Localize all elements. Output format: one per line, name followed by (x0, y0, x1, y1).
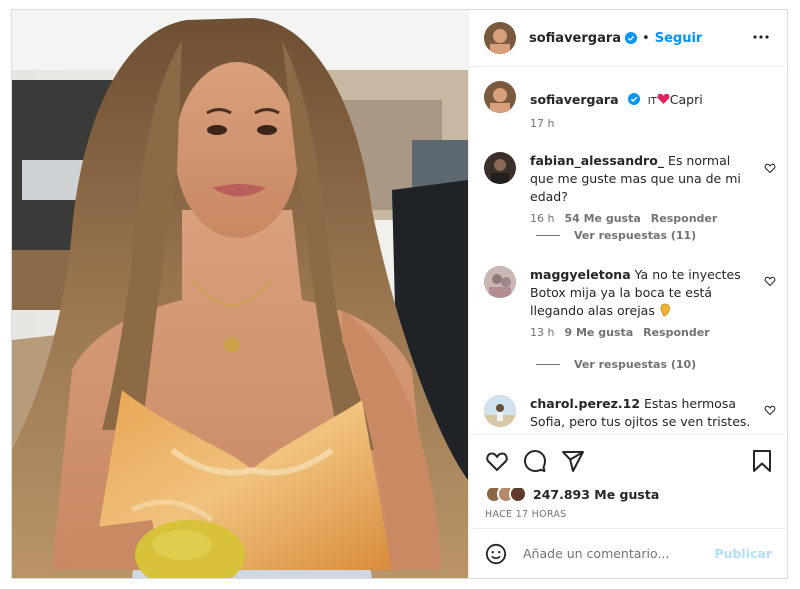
comment-like-heart-icon[interactable] (764, 275, 776, 287)
comments-list[interactable]: sofiavergara IT Capri 17 h fabian_alessan… (469, 68, 788, 434)
caption-text-suffix: Capri (669, 92, 703, 107)
view-replies[interactable]: Ver respuestas (10) (536, 358, 696, 371)
replies-line (536, 235, 560, 236)
comment-username[interactable]: fabian_alessandro_ (530, 153, 664, 168)
comment-like-heart-icon[interactable] (764, 404, 776, 416)
separator-dot: • (642, 30, 650, 46)
ear-emoji-icon (660, 303, 670, 317)
posted-time: HACE 17 HORAS (485, 509, 567, 520)
view-replies-label[interactable]: Ver respuestas (11) (574, 229, 696, 242)
comment-likes[interactable]: 9 Me gusta (564, 326, 633, 339)
post-caption: sofiavergara IT Capri 17 h (484, 81, 703, 130)
liker-avatar (509, 485, 527, 503)
more-options-icon[interactable] (752, 28, 770, 46)
verified-badge-icon (625, 32, 638, 44)
replies-line (536, 364, 560, 365)
post-actions: 247.893 Me gusta HACE 17 HORAS (469, 434, 788, 528)
commenter-avatar[interactable] (484, 152, 516, 184)
add-comment-bar: Publicar (469, 528, 788, 578)
emoji-icon[interactable] (485, 543, 507, 565)
view-replies[interactable]: Ver respuestas (11) (536, 229, 696, 242)
likes-count[interactable]: 247.893 Me gusta (533, 487, 659, 502)
comment-item: fabian_alessandro_ Es normal que me gust… (484, 152, 784, 225)
likes-row[interactable]: 247.893 Me gusta (485, 485, 659, 503)
caption-avatar[interactable] (484, 81, 516, 113)
post-header: sofiavergara • Seguir (469, 10, 788, 67)
red-heart-icon (657, 93, 670, 104)
comment-likes[interactable]: 54 Me gusta (564, 212, 640, 225)
comment-time: 13 h (530, 326, 555, 339)
view-replies-label[interactable]: Ver respuestas (10) (574, 358, 696, 371)
share-icon[interactable] (561, 449, 585, 473)
commenter-avatar[interactable] (484, 395, 516, 427)
caption-text-prefix: IT (647, 96, 657, 107)
follow-button[interactable]: Seguir (655, 31, 703, 46)
commenter-avatar[interactable] (484, 266, 516, 298)
comment-like-heart-icon[interactable] (764, 162, 776, 174)
post-side-panel: sofiavergara • Seguir sofiavergara IT Cap… (468, 10, 788, 578)
comment-icon[interactable] (523, 449, 547, 473)
verified-badge-icon (627, 93, 640, 105)
caption-time: 17 h (530, 117, 555, 130)
reply-button[interactable]: Responder (651, 212, 718, 225)
comment-username[interactable]: charol.perez.12 (530, 396, 640, 411)
comment-item: charol.perez.12 Estas hermosa Sofia, per… (484, 395, 784, 434)
comment-username[interactable]: maggyeletona (530, 267, 631, 282)
comment-input[interactable] (523, 546, 713, 561)
author-username[interactable]: sofiavergara (529, 31, 621, 46)
bookmark-icon[interactable] (750, 449, 774, 473)
heart-icon[interactable] (485, 449, 509, 473)
publish-button[interactable]: Publicar (714, 546, 772, 561)
author-avatar[interactable] (484, 22, 516, 54)
caption-username[interactable]: sofiavergara (530, 92, 619, 107)
post-photo[interactable] (12, 10, 468, 578)
post-dialog: sofiavergara • Seguir sofiavergara IT Cap… (11, 9, 788, 579)
comment-item: maggyeletona Ya no te inyectes Botox mij… (484, 266, 784, 339)
reply-button[interactable]: Responder (643, 326, 710, 339)
comment-time: 16 h (530, 212, 555, 225)
